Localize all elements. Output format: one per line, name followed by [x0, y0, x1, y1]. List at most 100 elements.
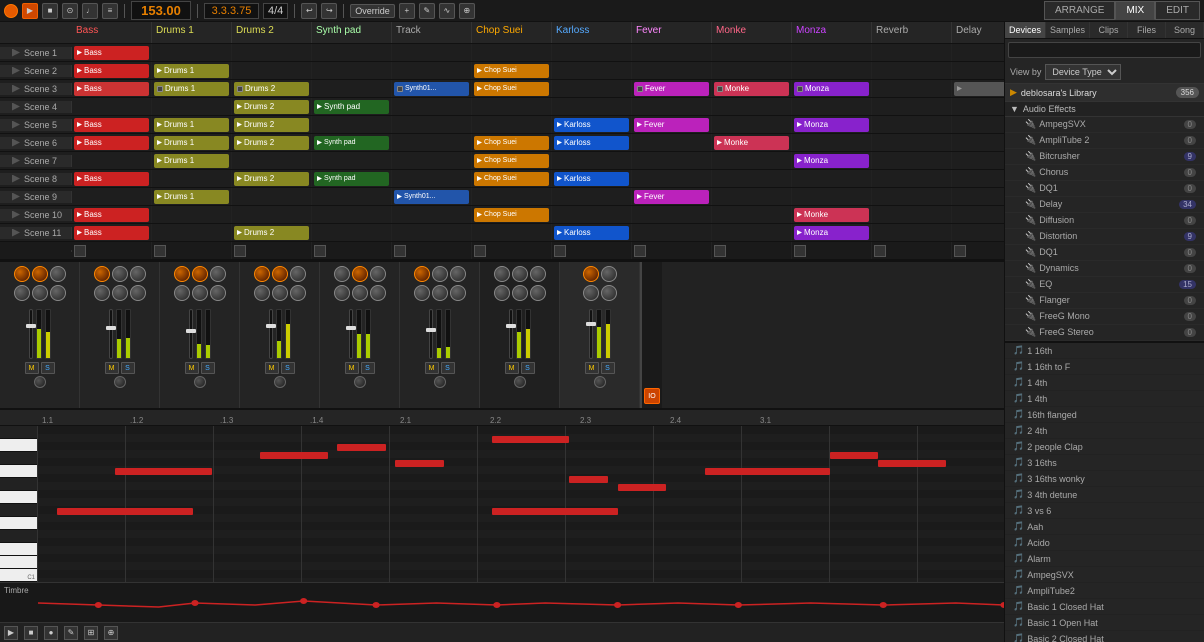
solo-button[interactable]: S [281, 362, 295, 374]
piano-key[interactable] [0, 556, 37, 569]
fader-handle[interactable] [586, 322, 596, 326]
preset-amplitube2[interactable]: 🎵AmpliTube2 [1005, 583, 1204, 599]
send-knob[interactable] [290, 266, 306, 282]
mute-button[interactable]: M [505, 362, 519, 374]
piano-key[interactable] [0, 491, 37, 504]
clip[interactable]: Fever [634, 118, 709, 132]
send-knob[interactable] [130, 266, 146, 282]
fader-track[interactable] [349, 309, 353, 359]
note-block[interactable] [569, 476, 608, 483]
roll-pencil-btn[interactable]: ✎ [64, 626, 78, 640]
piano-key[interactable] [0, 426, 37, 439]
pan-knob[interactable] [434, 376, 446, 388]
eq-knob[interactable] [494, 285, 510, 301]
send-knob[interactable] [272, 266, 288, 282]
scene-play-1[interactable] [12, 49, 20, 57]
device-item-flanger[interactable]: 🔌Flanger 0 [1005, 293, 1204, 309]
preset-3-vs-6[interactable]: 🎵3 vs 6 [1005, 503, 1204, 519]
send-knob[interactable] [94, 266, 110, 282]
tempo-display[interactable]: 153.00 [131, 1, 191, 20]
mute-button[interactable]: M [185, 362, 199, 374]
preset-2-4th[interactable]: 🎵2 4th [1005, 423, 1204, 439]
roll-grid-btn[interactable]: ⊞ [84, 626, 98, 640]
stop-btn[interactable] [714, 245, 726, 257]
scene-play-7[interactable] [12, 157, 20, 165]
clip[interactable]: Karloss [554, 172, 629, 186]
clip[interactable]: Drums 2 [234, 82, 309, 96]
clip[interactable]: Drums 2 [234, 118, 309, 132]
preset-basic-2-closed[interactable]: 🎵Basic 2 Closed Hat [1005, 631, 1204, 642]
loop-button[interactable]: ⊙ [62, 3, 78, 19]
fader-track[interactable] [269, 309, 273, 359]
send-knob[interactable] [450, 266, 466, 282]
fader-handle[interactable] [346, 326, 356, 330]
mute-button[interactable]: M [585, 362, 599, 374]
clip[interactable]: Monza [794, 226, 869, 240]
clip[interactable]: Drums 2 [234, 136, 309, 150]
scene-play-5[interactable] [12, 121, 20, 129]
clip[interactable]: Bass [74, 64, 149, 78]
clip[interactable]: Monza [794, 154, 869, 168]
tab-files[interactable]: Files [1128, 22, 1166, 38]
eq-knob[interactable] [290, 285, 306, 301]
curve-button[interactable]: ∿ [439, 3, 455, 19]
eq-knob[interactable] [370, 285, 386, 301]
scene-play-6[interactable] [12, 139, 20, 147]
preset-1-16th[interactable]: 🎵1 16th [1005, 343, 1204, 359]
device-item-diffusion[interactable]: 🔌Diffusion 0 [1005, 213, 1204, 229]
fader-handle[interactable] [506, 324, 516, 328]
scene-play-2[interactable] [12, 67, 20, 75]
eq-knob[interactable] [583, 285, 599, 301]
clip[interactable]: Monke [714, 82, 789, 96]
roll-grid[interactable] [38, 426, 1004, 582]
send-knob[interactable] [334, 266, 350, 282]
position-display[interactable]: 3.3.3.75 [204, 3, 259, 19]
clip[interactable]: Monke [794, 208, 869, 222]
stop-btn[interactable] [154, 245, 166, 257]
device-item-freeg-mono[interactable]: 🔌FreeG Mono 0 [1005, 309, 1204, 325]
mute-button[interactable]: M [425, 362, 439, 374]
send-knob[interactable] [192, 266, 208, 282]
preset-1-4th-1[interactable]: 🎵1 4th [1005, 375, 1204, 391]
clip[interactable]: Chop Suei [474, 64, 549, 78]
piano-key[interactable] [0, 504, 37, 517]
redo-button[interactable]: ↪ [321, 3, 337, 19]
mute-button[interactable]: M [105, 362, 119, 374]
fader-track[interactable] [509, 309, 513, 359]
scene-label-9[interactable]: Scene 9 [0, 191, 72, 203]
roll-stop-btn[interactable]: ■ [24, 626, 38, 640]
preset-16th-flanged[interactable]: 🎵16th flanged [1005, 407, 1204, 423]
eq-knob[interactable] [432, 285, 448, 301]
eq-knob-1[interactable] [14, 285, 30, 301]
eq-knob[interactable] [192, 285, 208, 301]
tab-song[interactable]: Song [1166, 22, 1204, 38]
solo-button[interactable]: S [41, 362, 55, 374]
eq-knob[interactable] [254, 285, 270, 301]
eq-knob[interactable] [601, 285, 617, 301]
device-item-distortion[interactable]: 🔌Distortion 9 [1005, 229, 1204, 245]
preset-basic-1-open[interactable]: 🎵Basic 1 Open Hat [1005, 615, 1204, 631]
tab-clips[interactable]: Clips [1090, 22, 1128, 38]
fader-track[interactable] [589, 309, 593, 359]
note-block[interactable] [260, 452, 328, 459]
send-knob[interactable] [352, 266, 368, 282]
solo-button[interactable]: S [441, 362, 455, 374]
snap-button[interactable]: ⊕ [459, 3, 475, 19]
note-block[interactable] [492, 436, 569, 443]
scene-label-10[interactable]: Scene 10 [0, 209, 72, 221]
eq-knob[interactable] [130, 285, 146, 301]
tab-mix[interactable]: MIX [1115, 1, 1155, 20]
preset-basic-1-closed[interactable]: 🎵Basic 1 Closed Hat [1005, 599, 1204, 615]
send-knob-1[interactable] [14, 266, 30, 282]
pan-knob[interactable] [594, 376, 606, 388]
note-block[interactable] [57, 508, 192, 515]
solo-button[interactable]: S [121, 362, 135, 374]
undo-button[interactable]: ↩ [301, 3, 317, 19]
scene-label-2[interactable]: Scene 2 [0, 65, 72, 77]
send-knob[interactable] [512, 266, 528, 282]
clip[interactable]: Bass [74, 136, 149, 150]
clip[interactable]: Chop Suei [474, 136, 549, 150]
scene-play-10[interactable] [12, 211, 20, 219]
piano-key[interactable] [0, 465, 37, 478]
eq-knob[interactable] [334, 285, 350, 301]
